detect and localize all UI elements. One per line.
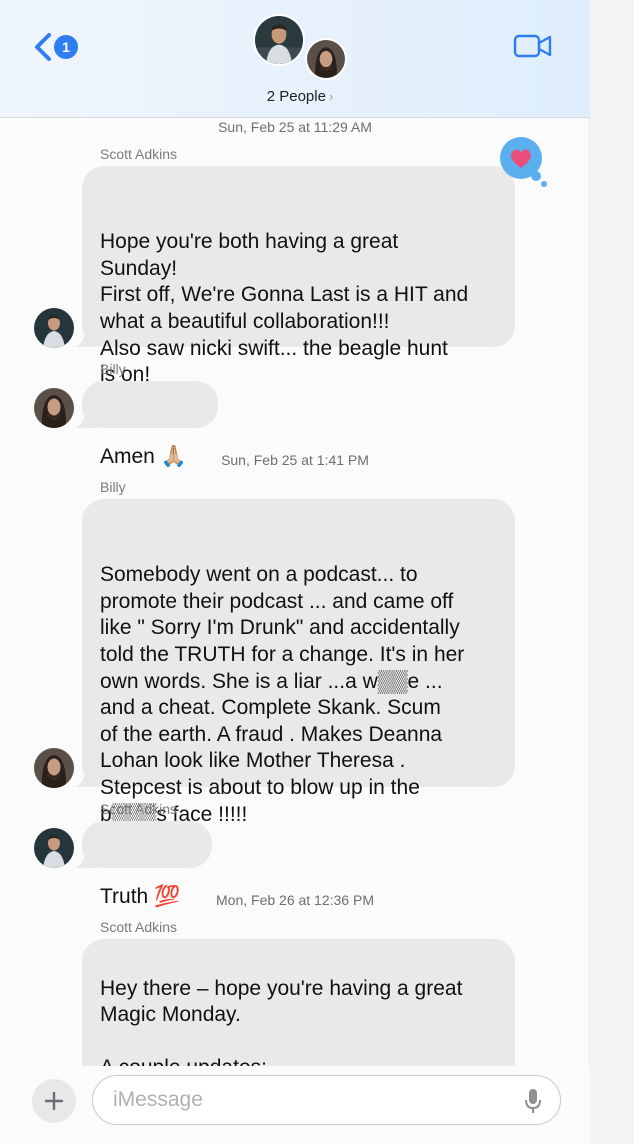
screen-edge (588, 0, 634, 1144)
bubble-tail (75, 329, 97, 347)
message-text: Hey there – hope you're having a great M… (100, 976, 463, 1080)
bubble-tail (75, 850, 97, 868)
back-button[interactable]: 1 (32, 30, 82, 64)
group-name-button[interactable]: 2 People › (240, 88, 360, 105)
sender-name: Billy (100, 361, 126, 377)
imessage-screen: 1 2 People › Sun, Feb 25 at 11:29 AM Sco… (0, 0, 634, 1144)
apps-plus-button[interactable] (32, 1079, 76, 1123)
avatar-scott (34, 828, 74, 868)
avatar-scott (253, 14, 305, 66)
video-camera-icon (513, 34, 552, 58)
message-text: Hope you're both having a great Sunday! … (100, 230, 469, 387)
chevron-left-icon (35, 33, 51, 61)
sender-name: Scott Adkins (100, 919, 178, 935)
message-bubble[interactable]: Amen 🙏🏼 (75, 381, 218, 468)
sender-name: Billy (100, 479, 126, 495)
heart-icon (500, 137, 547, 187)
group-avatars[interactable] (250, 14, 350, 84)
sender-name: Scott Adkins (100, 146, 178, 162)
group-name-label: 2 People (266, 88, 326, 105)
message-bubble[interactable]: Somebody went on a podcast... to promote… (75, 499, 515, 826)
avatar-billy (305, 38, 347, 80)
message-bubble[interactable]: Hope you're both having a great Sunday! … (75, 166, 515, 386)
avatar-billy (34, 388, 74, 428)
microphone-icon[interactable] (524, 1088, 542, 1114)
timestamp: Sun, Feb 25 at 11:29 AM (218, 119, 372, 135)
plus-icon (44, 1091, 64, 1111)
imessage-input[interactable]: iMessage (92, 1075, 561, 1125)
avatar-billy (34, 748, 74, 788)
unread-count-badge: 1 (54, 35, 78, 59)
avatar-scott (34, 308, 74, 348)
timestamp: Mon, Feb 26 at 12:36 PM (216, 892, 374, 908)
heart-reaction[interactable] (498, 136, 552, 190)
conversation-header: 1 2 People › (0, 0, 590, 118)
sender-name: Scott Adkins (100, 801, 178, 817)
message-bubble[interactable]: Truth 💯 (75, 821, 212, 908)
bubble-tail (75, 769, 97, 787)
timestamp: Sun, Feb 25 at 1:41 PM (221, 452, 369, 468)
chevron-right-icon: › (328, 89, 334, 104)
message-text: Somebody went on a podcast... to promote… (100, 563, 465, 826)
facetime-video-button[interactable] (513, 33, 553, 59)
composer-bar: iMessage (0, 1066, 590, 1144)
bubble-tail (75, 410, 97, 428)
input-placeholder: iMessage (113, 1088, 203, 1111)
